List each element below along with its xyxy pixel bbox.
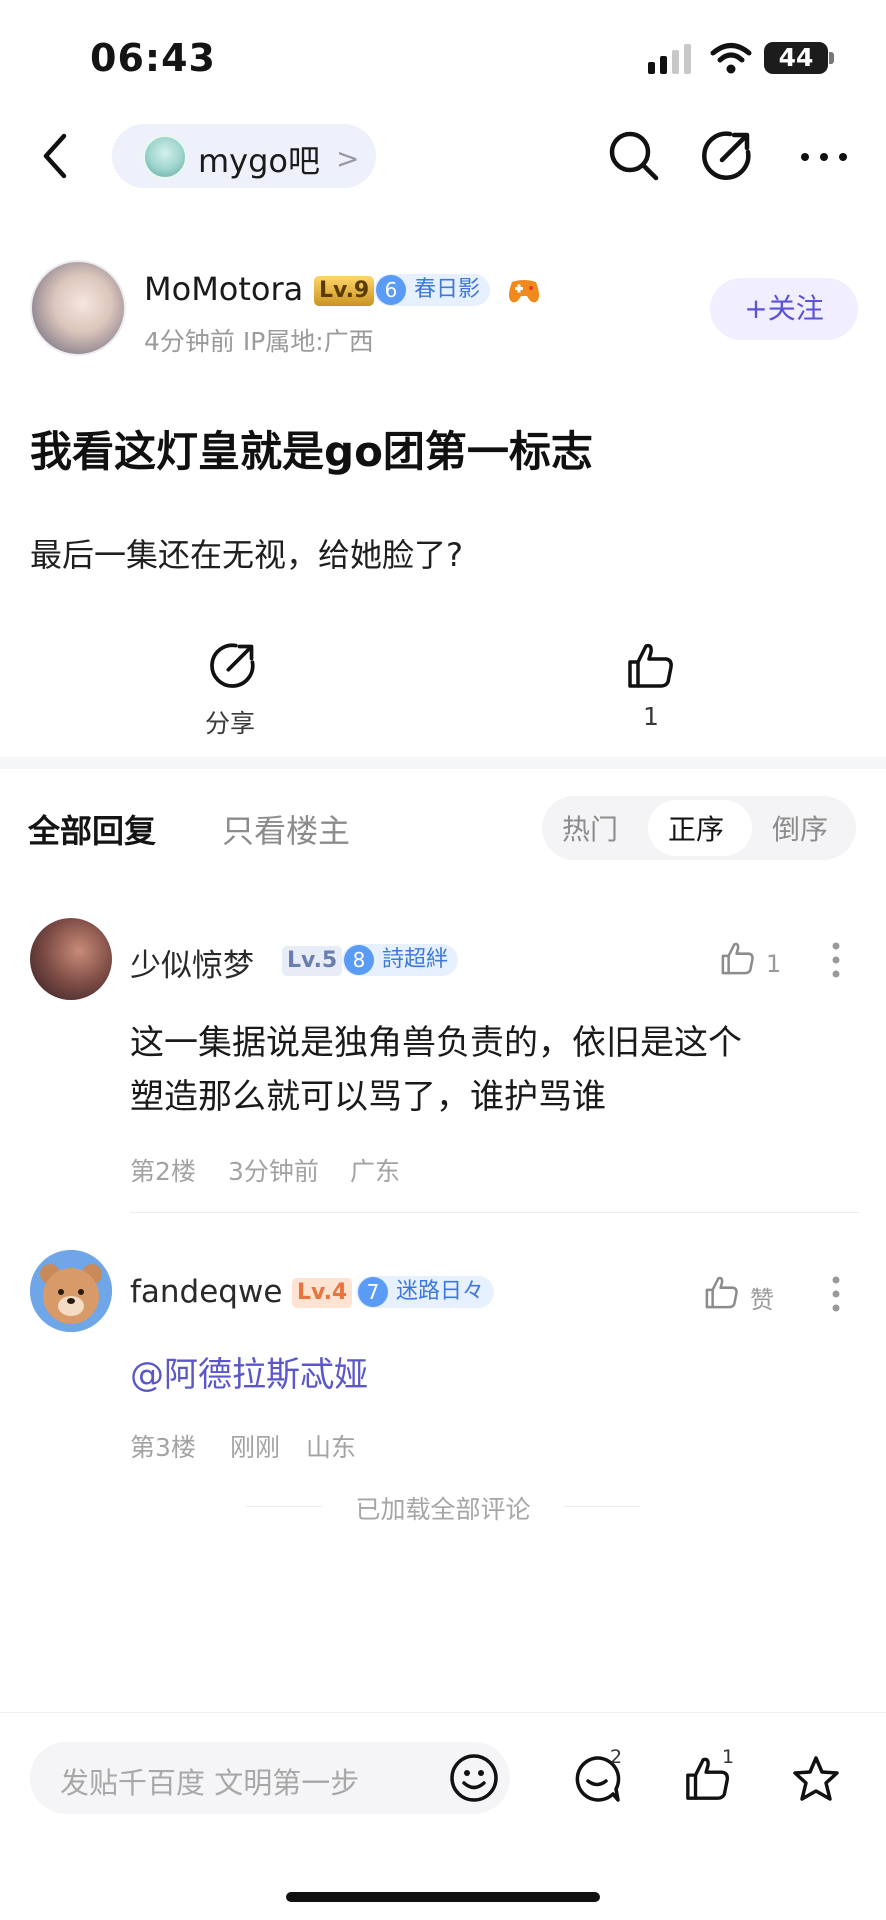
comment-level-badge: Lv.4 — [292, 1278, 353, 1308]
tag-label: 春日影 — [414, 277, 481, 302]
comment-divider — [130, 1212, 860, 1213]
author-avatar[interactable] — [30, 260, 126, 356]
comment-author-name[interactable]: 少似惊梦 — [130, 940, 254, 985]
back-button[interactable] — [40, 132, 70, 180]
comment-floor: 第2楼 — [130, 1157, 196, 1186]
tab-all-replies[interactable]: 全部回复 — [28, 806, 156, 852]
comment-avatar[interactable] — [30, 1250, 112, 1332]
tag-label: 迷路日々 — [396, 1279, 485, 1304]
tab-op-only[interactable]: 只看楼主 — [222, 806, 350, 852]
favorite-star-icon[interactable] — [790, 1754, 842, 1804]
tag-number: 6 — [376, 275, 406, 305]
comment-location: 山东 — [306, 1433, 357, 1462]
reply-input-placeholder[interactable]: 发贴千百度 文明第一步 — [60, 1760, 359, 1802]
comment-location: 广东 — [350, 1157, 401, 1186]
status-time: 06:43 — [90, 36, 216, 80]
gamepad-icon — [506, 276, 542, 306]
comment-mention[interactable]: @阿德拉斯忒娅 — [130, 1348, 368, 1402]
more-menu-icon[interactable] — [800, 152, 848, 162]
author-level-badge: Lv.9 — [314, 276, 375, 306]
cellular-signal-icon — [648, 44, 694, 74]
comment-level-badge: Lv.5 — [282, 946, 343, 976]
search-icon[interactable] — [606, 128, 662, 184]
forum-name[interactable]: mygo吧 — [198, 136, 320, 182]
wifi-icon — [710, 42, 752, 74]
tag-number: 8 — [344, 945, 374, 975]
sort-hot[interactable]: 热门 — [562, 808, 618, 848]
thumbs-up-icon[interactable] — [626, 640, 676, 690]
comment-avatar[interactable] — [30, 918, 112, 1000]
comment-like-icon[interactable] — [720, 940, 756, 976]
tag-number: 7 — [358, 1277, 388, 1307]
tag-label: 詩超絆 — [382, 947, 449, 972]
chevron-right-icon: > — [336, 142, 360, 175]
battery-icon: 44 — [764, 42, 828, 74]
post-like-count: 1 — [643, 702, 659, 731]
loaded-divider-right — [564, 1506, 640, 1507]
comment-more-icon[interactable] — [832, 1276, 840, 1312]
emoji-icon[interactable] — [448, 1752, 500, 1804]
sort-ascending[interactable]: 正序 — [668, 808, 724, 848]
comment-text-line-1: 这一集据说是独角兽负责的，依旧是这个 — [130, 1023, 742, 1063]
bear-avatar-icon — [30, 1250, 112, 1332]
comment-time: 刚刚 — [230, 1433, 281, 1462]
bottom-like-count-badge: 1 — [722, 1746, 735, 1768]
battery-tip — [829, 52, 834, 64]
author-meta: 4分钟前 IP属地:广西 — [144, 327, 374, 356]
comment-floor: 第3楼 — [130, 1433, 196, 1462]
sort-descending[interactable]: 倒序 — [772, 808, 828, 848]
forum-avatar — [142, 134, 188, 180]
comment-time: 3分钟前 — [228, 1157, 319, 1186]
post-body: 最后一集还在无视，给她脸了? — [30, 536, 463, 574]
comment-author-name[interactable]: fandeqwe — [130, 1274, 282, 1310]
comment-text-line-2: 塑造那么就可以骂了，谁护骂谁 — [130, 1077, 606, 1117]
comment-like-count: 1 — [766, 950, 782, 978]
loaded-all-text: 已加载全部评论 — [355, 1495, 531, 1524]
home-indicator — [286, 1892, 600, 1902]
comment-like-label[interactable]: 赞 — [750, 1280, 774, 1315]
author-name[interactable]: MoMotora — [144, 270, 303, 308]
loaded-divider-left — [246, 1506, 322, 1507]
follow-button[interactable]: +关注 — [710, 278, 858, 340]
comment-like-icon[interactable] — [704, 1274, 740, 1310]
post-title: 我看这灯皇就是go团第一标志 — [30, 427, 593, 476]
section-divider — [0, 757, 886, 769]
comment-more-icon[interactable] — [832, 942, 840, 978]
share-action-icon[interactable] — [208, 640, 258, 690]
share-label[interactable]: 分享 — [200, 704, 260, 740]
comment-count-badge: 2 — [610, 1746, 623, 1768]
bottom-bar-divider — [0, 1712, 886, 1713]
share-icon[interactable] — [700, 128, 754, 182]
